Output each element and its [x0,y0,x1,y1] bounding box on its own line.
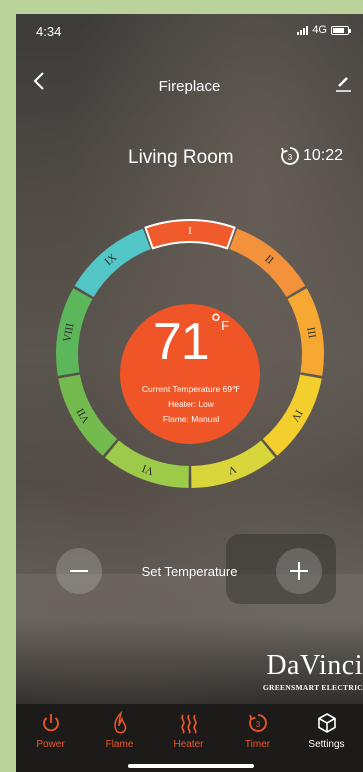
dial-label-i: I [188,225,192,237]
signal-icon [297,25,309,35]
tab-timer[interactable]: 3 Timer [223,710,292,760]
tab-heater-label: Heater [173,739,204,750]
edit-icon [336,77,351,92]
tab-settings-label: Settings [308,739,345,750]
svg-text:3: 3 [288,153,293,162]
tab-flame[interactable]: Flame [85,710,154,760]
status-indicators: 4G [297,24,351,36]
set-temperature-value: 71 [152,313,210,371]
heater-status: Heater: Low [168,399,214,409]
page-title: Fireplace [158,78,221,95]
edit-button[interactable] [331,72,355,96]
fireplace-screen: 4:34 4G Fireplace Living Room 3 10:22 I … [16,14,363,772]
timer-value: 10:22 [303,147,344,164]
heater-icon [180,714,197,734]
status-time: 4:34 [36,24,62,39]
degree-symbol: ° [210,308,222,338]
tab-bar: Power Flame Heater 3 Timer Settings [16,704,363,772]
tab-settings[interactable]: Settings [292,710,361,760]
tab-flame-label: Flame [105,739,134,750]
flame-status: Flame: Manual [162,414,220,424]
tab-power-label: Power [36,739,65,750]
tab-heater[interactable]: Heater [154,710,223,760]
power-icon [42,714,59,732]
plus-icon [290,562,308,580]
timer-indicator[interactable]: 3 10:22 [279,145,343,167]
brand-name: DaVinci [266,650,363,681]
temperature-unit: F [221,318,230,333]
room-name: Living Room [128,147,234,168]
battery-icon [331,25,351,35]
status-bar: 4:34 4G [16,14,363,50]
home-indicator [128,764,254,768]
network-label: 4G [312,24,327,36]
timer-icon: 3 [248,714,267,732]
set-temperature-row: Set Temperature [16,548,363,594]
flame-icon [113,711,126,734]
tab-power[interactable]: Power [16,710,85,760]
cube-icon [317,713,336,733]
tab-timer-label: Timer [244,739,271,750]
svg-text:3: 3 [255,720,260,729]
increase-button[interactable] [276,548,322,594]
set-temperature-display: 71°F [96,308,286,371]
nav-bar: Fireplace [16,64,363,104]
timer-icon: 3 [281,147,299,165]
brand-tagline: GREENSMART ELECTRIC [262,683,363,692]
brand-logo: DaVinci GREENSMART ELECTRIC [241,652,363,702]
current-temperature: Current Temperature 69℉ [141,384,241,394]
temperature-info: Current Temperature 69℉ Heater: Low Flam… [116,382,266,427]
